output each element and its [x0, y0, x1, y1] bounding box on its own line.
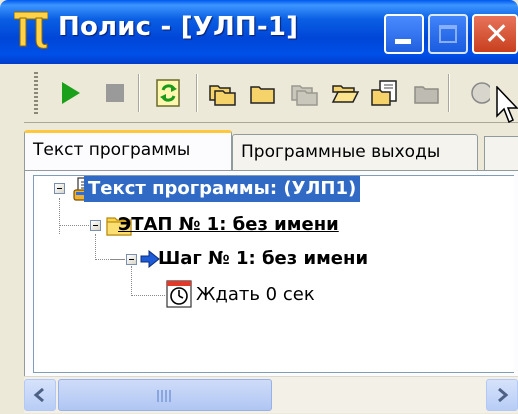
program-tree[interactable] [33, 175, 514, 373]
horizontal-scrollbar[interactable] [24, 376, 518, 413]
document-icon[interactable] [370, 78, 400, 108]
timer-icon [166, 280, 192, 308]
refresh-icon[interactable] [154, 78, 184, 108]
title-bar[interactable]: Полис - [УЛП-1] ✕ [0, 0, 518, 64]
tree-node-wait-action[interactable]: Ждать 0 сек [196, 282, 315, 308]
scroll-left-button[interactable] [24, 379, 56, 411]
tab-strip: Программные выходы Текст программы [0, 122, 518, 170]
mouse-cursor-icon [496, 86, 518, 124]
collapse-stage-icon[interactable] [90, 220, 101, 231]
tree-connector [59, 198, 60, 234]
tree-node-program-text[interactable]: Текст программы: (УЛП1) [84, 176, 361, 202]
tree-connector [131, 295, 165, 296]
folder-gray-icon[interactable] [412, 78, 442, 108]
close-button[interactable]: ✕ [472, 14, 518, 54]
collapse-root-icon[interactable] [54, 183, 65, 194]
thumb-grip [157, 390, 171, 402]
chevron-left-icon [33, 387, 44, 403]
folder-icon[interactable] [248, 78, 278, 108]
toolbar-separator [448, 74, 450, 112]
minimize-button[interactable] [384, 14, 424, 54]
tab-partial[interactable] [484, 136, 518, 170]
toolbar-separator [138, 74, 140, 112]
stop-icon[interactable] [100, 78, 130, 108]
tab-program-text[interactable]: Текст программы [24, 130, 232, 170]
partial-toolbar-icon[interactable] [460, 78, 490, 108]
open-folder-icon[interactable] [330, 78, 360, 108]
tree-node-step[interactable]: Шаг № 1: без имени [158, 246, 368, 272]
main-window: Полис - [УЛП-1] ✕ Программные выходы Тек… [0, 0, 518, 414]
toolbar-separator [196, 74, 198, 112]
toolbar [0, 64, 518, 123]
close-icon: ✕ [484, 17, 510, 52]
arrow-right-icon [140, 250, 160, 268]
tree-connector [59, 225, 89, 226]
tree-connector [110, 259, 124, 260]
pi-icon [14, 11, 48, 49]
tree-connector [131, 266, 132, 296]
folder-disabled-icon[interactable] [290, 78, 320, 108]
tab-program-outputs[interactable]: Программные выходы [232, 134, 478, 170]
tree-node-stage[interactable]: ЭТАП № 1: без имени [118, 212, 339, 238]
play-icon[interactable] [56, 78, 86, 108]
scroll-right-button[interactable] [486, 379, 518, 411]
collapse-step-icon[interactable] [126, 254, 137, 265]
copy-folder-icon[interactable] [208, 78, 238, 108]
maximize-button[interactable] [428, 14, 468, 54]
toolbar-grip[interactable] [34, 72, 38, 114]
tree-connector [95, 234, 96, 260]
chevron-right-icon [498, 387, 509, 403]
scroll-thumb[interactable] [58, 379, 272, 411]
window-title: Полис - [УЛП-1] [58, 12, 299, 42]
